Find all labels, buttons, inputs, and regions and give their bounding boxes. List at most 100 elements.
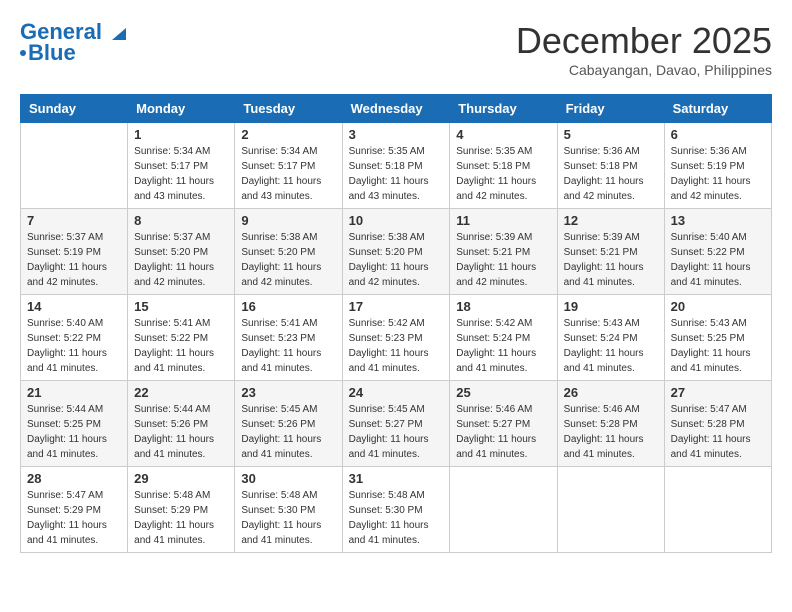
calendar-week-4: 21 Sunrise: 5:44 AMSunset: 5:25 PMDaylig… — [21, 381, 772, 467]
logo-blue-text: Blue — [28, 40, 76, 66]
calendar-cell: 31 Sunrise: 5:48 AMSunset: 5:30 PMDaylig… — [342, 467, 450, 553]
day-number: 25 — [456, 385, 550, 400]
calendar-header-row: SundayMondayTuesdayWednesdayThursdayFrid… — [21, 95, 772, 123]
calendar-cell: 14 Sunrise: 5:40 AMSunset: 5:22 PMDaylig… — [21, 295, 128, 381]
day-number: 2 — [241, 127, 335, 142]
calendar-header-thursday: Thursday — [450, 95, 557, 123]
day-info: Sunrise: 5:44 AMSunset: 5:26 PMDaylight:… — [134, 402, 228, 462]
calendar-header-monday: Monday — [128, 95, 235, 123]
calendar-cell: 13 Sunrise: 5:40 AMSunset: 5:22 PMDaylig… — [664, 209, 771, 295]
day-number: 12 — [564, 213, 658, 228]
day-info: Sunrise: 5:35 AMSunset: 5:18 PMDaylight:… — [349, 144, 444, 204]
day-info: Sunrise: 5:38 AMSunset: 5:20 PMDaylight:… — [349, 230, 444, 290]
day-info: Sunrise: 5:37 AMSunset: 5:19 PMDaylight:… — [27, 230, 121, 290]
day-info: Sunrise: 5:37 AMSunset: 5:20 PMDaylight:… — [134, 230, 228, 290]
day-info: Sunrise: 5:45 AMSunset: 5:27 PMDaylight:… — [349, 402, 444, 462]
day-number: 31 — [349, 471, 444, 486]
day-info: Sunrise: 5:35 AMSunset: 5:18 PMDaylight:… — [456, 144, 550, 204]
day-info: Sunrise: 5:40 AMSunset: 5:22 PMDaylight:… — [27, 316, 121, 376]
day-number: 21 — [27, 385, 121, 400]
calendar-cell: 11 Sunrise: 5:39 AMSunset: 5:21 PMDaylig… — [450, 209, 557, 295]
calendar-cell — [557, 467, 664, 553]
day-info: Sunrise: 5:41 AMSunset: 5:22 PMDaylight:… — [134, 316, 228, 376]
page-header: General Blue December 2025 Cabayangan, D… — [20, 20, 772, 78]
day-info: Sunrise: 5:39 AMSunset: 5:21 PMDaylight:… — [564, 230, 658, 290]
logo: General Blue — [20, 20, 128, 66]
day-number: 8 — [134, 213, 228, 228]
calendar-cell: 29 Sunrise: 5:48 AMSunset: 5:29 PMDaylig… — [128, 467, 235, 553]
day-info: Sunrise: 5:46 AMSunset: 5:27 PMDaylight:… — [456, 402, 550, 462]
day-info: Sunrise: 5:43 AMSunset: 5:25 PMDaylight:… — [671, 316, 765, 376]
calendar-cell: 15 Sunrise: 5:41 AMSunset: 5:22 PMDaylig… — [128, 295, 235, 381]
calendar-table: SundayMondayTuesdayWednesdayThursdayFrid… — [20, 94, 772, 553]
calendar-header-sunday: Sunday — [21, 95, 128, 123]
day-info: Sunrise: 5:48 AMSunset: 5:30 PMDaylight:… — [241, 488, 335, 548]
calendar-cell: 1 Sunrise: 5:34 AMSunset: 5:17 PMDayligh… — [128, 123, 235, 209]
calendar-cell: 18 Sunrise: 5:42 AMSunset: 5:24 PMDaylig… — [450, 295, 557, 381]
calendar-week-1: 1 Sunrise: 5:34 AMSunset: 5:17 PMDayligh… — [21, 123, 772, 209]
day-number: 27 — [671, 385, 765, 400]
calendar-cell: 10 Sunrise: 5:38 AMSunset: 5:20 PMDaylig… — [342, 209, 450, 295]
day-info: Sunrise: 5:36 AMSunset: 5:19 PMDaylight:… — [671, 144, 765, 204]
day-number: 18 — [456, 299, 550, 314]
calendar-cell — [21, 123, 128, 209]
calendar-cell: 9 Sunrise: 5:38 AMSunset: 5:20 PMDayligh… — [235, 209, 342, 295]
day-number: 10 — [349, 213, 444, 228]
calendar-cell: 22 Sunrise: 5:44 AMSunset: 5:26 PMDaylig… — [128, 381, 235, 467]
day-number: 28 — [27, 471, 121, 486]
calendar-cell: 12 Sunrise: 5:39 AMSunset: 5:21 PMDaylig… — [557, 209, 664, 295]
day-info: Sunrise: 5:46 AMSunset: 5:28 PMDaylight:… — [564, 402, 658, 462]
location-subtitle: Cabayangan, Davao, Philippines — [516, 62, 772, 78]
day-number: 4 — [456, 127, 550, 142]
day-number: 24 — [349, 385, 444, 400]
day-info: Sunrise: 5:44 AMSunset: 5:25 PMDaylight:… — [27, 402, 121, 462]
calendar-cell: 7 Sunrise: 5:37 AMSunset: 5:19 PMDayligh… — [21, 209, 128, 295]
day-number: 13 — [671, 213, 765, 228]
day-number: 6 — [671, 127, 765, 142]
day-number: 20 — [671, 299, 765, 314]
calendar-cell — [450, 467, 557, 553]
day-number: 22 — [134, 385, 228, 400]
day-info: Sunrise: 5:40 AMSunset: 5:22 PMDaylight:… — [671, 230, 765, 290]
day-number: 9 — [241, 213, 335, 228]
calendar-cell: 23 Sunrise: 5:45 AMSunset: 5:26 PMDaylig… — [235, 381, 342, 467]
calendar-cell: 4 Sunrise: 5:35 AMSunset: 5:18 PMDayligh… — [450, 123, 557, 209]
calendar-cell: 26 Sunrise: 5:46 AMSunset: 5:28 PMDaylig… — [557, 381, 664, 467]
day-info: Sunrise: 5:48 AMSunset: 5:30 PMDaylight:… — [349, 488, 444, 548]
calendar-header-wednesday: Wednesday — [342, 95, 450, 123]
day-info: Sunrise: 5:43 AMSunset: 5:24 PMDaylight:… — [564, 316, 658, 376]
day-number: 14 — [27, 299, 121, 314]
calendar-cell: 27 Sunrise: 5:47 AMSunset: 5:28 PMDaylig… — [664, 381, 771, 467]
day-info: Sunrise: 5:34 AMSunset: 5:17 PMDaylight:… — [241, 144, 335, 204]
day-number: 29 — [134, 471, 228, 486]
day-number: 19 — [564, 299, 658, 314]
calendar-cell: 16 Sunrise: 5:41 AMSunset: 5:23 PMDaylig… — [235, 295, 342, 381]
calendar-cell — [664, 467, 771, 553]
calendar-week-2: 7 Sunrise: 5:37 AMSunset: 5:19 PMDayligh… — [21, 209, 772, 295]
day-number: 3 — [349, 127, 444, 142]
day-number: 23 — [241, 385, 335, 400]
month-title: December 2025 — [516, 20, 772, 62]
calendar-cell: 3 Sunrise: 5:35 AMSunset: 5:18 PMDayligh… — [342, 123, 450, 209]
day-number: 11 — [456, 213, 550, 228]
day-number: 1 — [134, 127, 228, 142]
day-info: Sunrise: 5:42 AMSunset: 5:24 PMDaylight:… — [456, 316, 550, 376]
day-info: Sunrise: 5:42 AMSunset: 5:23 PMDaylight:… — [349, 316, 444, 376]
calendar-header-saturday: Saturday — [664, 95, 771, 123]
day-info: Sunrise: 5:47 AMSunset: 5:29 PMDaylight:… — [27, 488, 121, 548]
calendar-cell: 30 Sunrise: 5:48 AMSunset: 5:30 PMDaylig… — [235, 467, 342, 553]
calendar-cell: 28 Sunrise: 5:47 AMSunset: 5:29 PMDaylig… — [21, 467, 128, 553]
calendar-cell: 19 Sunrise: 5:43 AMSunset: 5:24 PMDaylig… — [557, 295, 664, 381]
day-number: 15 — [134, 299, 228, 314]
calendar-cell: 20 Sunrise: 5:43 AMSunset: 5:25 PMDaylig… — [664, 295, 771, 381]
calendar-cell: 21 Sunrise: 5:44 AMSunset: 5:25 PMDaylig… — [21, 381, 128, 467]
day-number: 17 — [349, 299, 444, 314]
day-info: Sunrise: 5:48 AMSunset: 5:29 PMDaylight:… — [134, 488, 228, 548]
calendar-cell: 5 Sunrise: 5:36 AMSunset: 5:18 PMDayligh… — [557, 123, 664, 209]
day-info: Sunrise: 5:36 AMSunset: 5:18 PMDaylight:… — [564, 144, 658, 204]
calendar-cell: 6 Sunrise: 5:36 AMSunset: 5:19 PMDayligh… — [664, 123, 771, 209]
calendar-week-5: 28 Sunrise: 5:47 AMSunset: 5:29 PMDaylig… — [21, 467, 772, 553]
day-number: 30 — [241, 471, 335, 486]
day-info: Sunrise: 5:38 AMSunset: 5:20 PMDaylight:… — [241, 230, 335, 290]
calendar-cell: 17 Sunrise: 5:42 AMSunset: 5:23 PMDaylig… — [342, 295, 450, 381]
